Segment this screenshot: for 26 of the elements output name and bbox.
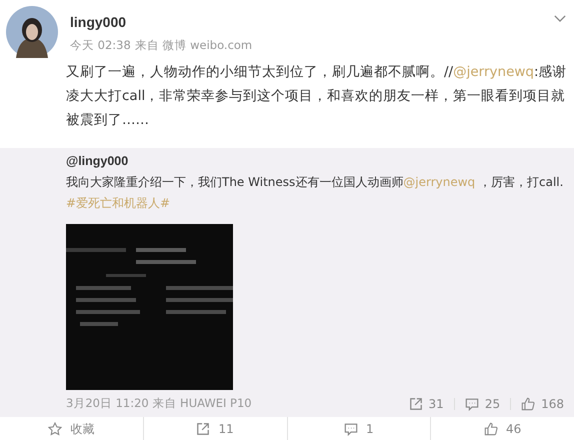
thumbs-up-icon [521, 396, 536, 410]
comment-icon [344, 422, 358, 436]
chevron-down-icon[interactable] [554, 15, 566, 22]
repost-author[interactable]: @lingy000 [66, 154, 564, 168]
like-count[interactable]: 168 [521, 396, 564, 410]
comment-count[interactable]: 25 [464, 396, 500, 410]
star-icon [48, 422, 62, 436]
repost-time: 3月20日 11:20 来自 HUAWEI P10 [66, 396, 252, 411]
comment-icon [464, 396, 479, 410]
comment-button[interactable]: 1 [286, 417, 430, 440]
share-icon [408, 396, 423, 410]
post-source: 来自 微博 weibo.com [134, 38, 252, 53]
post-text: 又刷了一遍，人物动作的小细节太到位了，刷几遍都不腻啊。//@jerrynewq:感谢凌大大打call，非常荣幸参与到这个项目，和喜欢的朋友一样，第一眼看到项目就被震到了…… [66, 63, 568, 130]
share-icon [196, 422, 210, 436]
like-button[interactable]: 46 [430, 417, 574, 440]
username[interactable]: lingy000 [70, 14, 542, 30]
mention-link[interactable]: @jerrynewq [403, 175, 476, 189]
avatar[interactable] [6, 6, 58, 58]
thumbs-up-icon [484, 422, 498, 436]
repost-count[interactable]: 31 [408, 396, 444, 410]
repost-text: 我向大家隆重介绍一下，我们The Witness还有一位国人动画师@jerrynewq ，厉害，打call. #爱死亡和机器人# [66, 174, 564, 212]
hashtag-link[interactable]: #爱死亡和机器人# [66, 196, 170, 210]
repost-button[interactable]: 11 [142, 417, 286, 440]
favorite-button[interactable]: 收藏 [0, 417, 143, 440]
mention-link[interactable]: @jerrynewq [453, 64, 534, 80]
post-time: 今天 02:38 [70, 38, 131, 53]
